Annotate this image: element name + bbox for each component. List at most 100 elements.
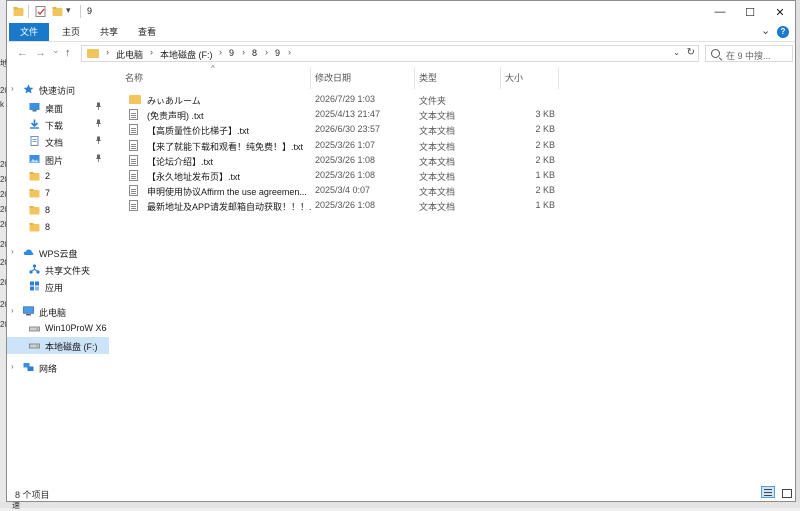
drive-icon: [29, 323, 40, 333]
column-divider[interactable]: [558, 67, 559, 89]
cloud-icon: [23, 247, 34, 257]
network-icon: [23, 362, 34, 372]
ribbon-expand-icon[interactable]: ⌄: [761, 24, 770, 37]
column-divider[interactable]: [500, 67, 501, 89]
navigation-pane: › 快速访问 桌面下载文档 图片 2 7 8 8 › WPS云盘共享文件夹应用 › 此电脑 Win10P…: [7, 67, 109, 483]
nav-item[interactable]: 共享文件夹: [7, 261, 109, 278]
nav-item-label: 网络: [39, 364, 58, 374]
breadcrumb-this-pc[interactable]: 此电脑: [116, 48, 143, 61]
nav-item[interactable]: 7: [7, 185, 109, 202]
desktop-side-label: k: [0, 100, 4, 109]
address-bar[interactable]: › 此电脑 › 本地磁盘 (F:) › 9 › 8 › 9 › ⌄ ↻: [81, 45, 699, 62]
file-type: 文本文档: [419, 172, 456, 182]
chevron-right-icon[interactable]: ›: [11, 84, 14, 93]
file-row[interactable]: 【永久地址发布页】.txt 2025/3/26 1:08 文本文档 1 KB: [119, 168, 795, 183]
file-row[interactable]: 【论坛介绍】.txt 2025/3/26 1:08 文本文档 2 KB: [119, 153, 795, 168]
item-count: 8 个项目: [15, 490, 50, 500]
refresh-icon[interactable]: ↻: [687, 47, 695, 58]
close-button[interactable]: ✕: [765, 1, 795, 23]
breadcrumb-separator[interactable]: ›: [288, 47, 291, 57]
nav-item[interactable]: Win10ProW X64: [7, 320, 109, 337]
file-date: 2026/6/30 23:57: [315, 124, 381, 135]
breadcrumb-separator[interactable]: ›: [242, 47, 245, 57]
nav-item-label: 下载: [45, 121, 64, 131]
details-view-button[interactable]: [761, 486, 775, 498]
file-date: 2026/7/29 1:03: [315, 94, 376, 104]
large-icons-view-icon: [782, 489, 792, 498]
title-divider: [80, 5, 81, 18]
nav-item[interactable]: 8: [7, 202, 109, 219]
nav-item[interactable]: 下载: [7, 116, 109, 133]
file-row[interactable]: (免责声明) .txt 2025/4/13 21:47 文本文档 3 KB: [119, 107, 795, 122]
tab-file[interactable]: 文件: [9, 23, 49, 41]
desktop-icon: [29, 102, 40, 112]
file-row[interactable]: みぃあルーム 2026/7/29 1:03 文件夹: [119, 92, 795, 107]
help-icon[interactable]: ?: [777, 26, 789, 38]
file-row[interactable]: 最新地址及APP请发邮箱自动获取！！！.... 2025/3/26 1:08 文本文…: [119, 198, 795, 213]
file-row[interactable]: 申明使用协议Affirm the use agreemen... 2025/3/4…: [119, 183, 795, 198]
file-date: 2025/3/26 1:08: [315, 154, 376, 165]
breadcrumb-drive-f[interactable]: 本地磁盘 (F:): [160, 48, 213, 61]
file-size: 2 KB: [535, 185, 555, 196]
file-type: 文本文档: [419, 126, 456, 137]
chevron-right-icon[interactable]: ›: [11, 362, 14, 371]
nav-item-label: 8: [45, 205, 51, 215]
back-button[interactable]: ←: [17, 47, 28, 59]
title-bar[interactable]: ▾ 9 — ☐ ✕: [7, 1, 795, 23]
breadcrumb-folder-9-current[interactable]: 9: [275, 48, 280, 58]
nav-item[interactable]: 本地磁盘 (F:): [7, 337, 109, 354]
breadcrumb-folder-9[interactable]: 9: [229, 48, 234, 58]
column-header-name[interactable]: 名称: [125, 71, 143, 84]
search-box[interactable]: 在 9 中搜...: [705, 45, 793, 62]
nav-item[interactable]: › 此电脑: [7, 303, 109, 320]
breadcrumb-separator[interactable]: ›: [106, 47, 109, 57]
up-button[interactable]: ↑: [65, 47, 71, 59]
nav-item[interactable]: › 快速访问: [7, 81, 109, 98]
column-header-date[interactable]: 修改日期: [315, 71, 351, 84]
column-divider[interactable]: [414, 67, 415, 89]
column-header-size[interactable]: 大小: [505, 71, 523, 84]
nav-item-label: 共享文件夹: [45, 266, 91, 276]
file-date: 2025/3/26 1:08: [315, 200, 376, 211]
nav-item[interactable]: 2: [7, 168, 109, 185]
file-date: 2025/3/26 1:08: [315, 170, 376, 180]
chevron-right-icon[interactable]: ›: [11, 306, 14, 315]
properties-icon[interactable]: [35, 6, 46, 17]
breadcrumb-separator[interactable]: ›: [265, 47, 268, 57]
nav-item-label: 7: [45, 188, 51, 198]
window-title: 9: [87, 6, 93, 16]
new-folder-icon[interactable]: [52, 6, 63, 17]
text-file-icon: [129, 170, 138, 181]
maximize-button[interactable]: ☐: [735, 1, 765, 23]
column-header-type[interactable]: 类型: [419, 71, 437, 84]
nav-item[interactable]: 图片: [7, 151, 109, 168]
large-icons-view-button[interactable]: [779, 486, 793, 498]
recent-locations-button[interactable]: ⌄: [52, 45, 60, 56]
nav-item[interactable]: 应用: [7, 278, 109, 295]
quick-access-dropdown-icon[interactable]: ▾: [66, 5, 71, 16]
breadcrumb-separator[interactable]: ›: [150, 47, 153, 57]
text-file-icon: [129, 109, 138, 121]
column-divider[interactable]: [310, 67, 311, 89]
file-name: 【高质量性价比梯子】.txt: [147, 126, 250, 137]
file-row[interactable]: 【高质量性价比梯子】.txt 2026/6/30 23:57 文本文档 2 KB: [119, 122, 795, 137]
breadcrumb-separator[interactable]: ›: [219, 47, 222, 57]
forward-button[interactable]: →: [35, 47, 46, 59]
nav-item[interactable]: 文档: [7, 133, 109, 150]
tab-home[interactable]: 主页: [53, 23, 89, 41]
nav-item[interactable]: 8: [7, 219, 109, 236]
details-view-icon: [764, 489, 772, 490]
minimize-button[interactable]: —: [705, 1, 735, 23]
nav-item[interactable]: 桌面: [7, 99, 109, 116]
breadcrumb-folder-8[interactable]: 8: [252, 48, 257, 58]
file-name: 最新地址及APP请发邮箱自动获取！！！....: [147, 202, 311, 213]
nav-item[interactable]: › 网络: [7, 359, 109, 376]
search-input[interactable]: 在 9 中搜...: [726, 49, 771, 62]
file-row[interactable]: 【来了就能下载和观看！纯免费！】.txt 2025/3/26 1:07 文本文档 2 …: [119, 138, 795, 153]
explorer-window: ▾ 9 — ☐ ✕ 文件 主页 共享 查看 ⌄ ? ← → ⌄ ↑ › 此电脑 …: [6, 0, 796, 502]
tab-view[interactable]: 查看: [129, 23, 165, 41]
chevron-right-icon[interactable]: ›: [11, 247, 14, 256]
address-dropdown-icon[interactable]: ⌄: [673, 48, 680, 57]
nav-item[interactable]: › WPS云盘: [7, 244, 109, 261]
tab-share[interactable]: 共享: [91, 23, 127, 41]
